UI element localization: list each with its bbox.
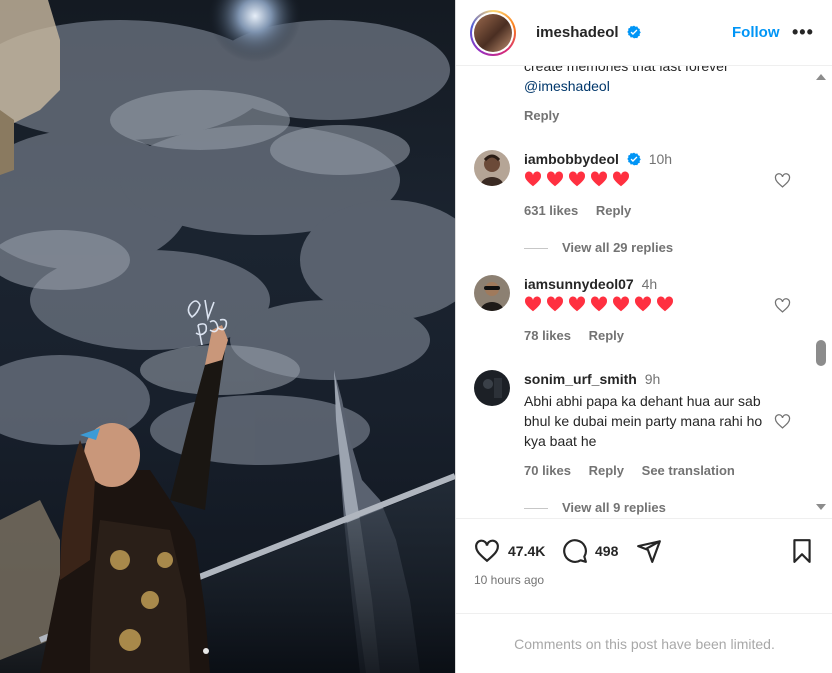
heart-emoji-icon (612, 296, 630, 312)
commenter-username[interactable]: sonim_urf_smith 9h (524, 371, 660, 387)
comment-item: iambobbydeol 10h 631 likes Reply View al… (456, 150, 832, 260)
heart-emoji-icon (546, 171, 564, 187)
comment-time[interactable]: 9h (645, 371, 661, 387)
caption-text-clipped: create memories that last forever (524, 66, 729, 74)
comment-time[interactable]: 10h (649, 151, 672, 167)
comment-item: sonim_urf_smith 9h Abhi abhi papa ka deh… (456, 370, 832, 518)
reply-button[interactable]: Reply (596, 203, 631, 218)
like-comment-heart-icon[interactable] (774, 172, 791, 189)
heart-emoji-icon (612, 171, 630, 187)
comments-list[interactable]: create memories that last forever @imesh… (456, 66, 832, 518)
verified-badge-icon (627, 152, 641, 166)
comment-meta: 78 likes Reply (524, 328, 638, 343)
heart-emoji-icon (524, 296, 542, 312)
photo-scene (0, 0, 455, 673)
heart-emoji-icon (590, 171, 608, 187)
comment-likes[interactable]: 78 likes (524, 328, 571, 343)
commenter-avatar[interactable] (474, 150, 510, 186)
view-replies-button[interactable]: View all 29 replies (524, 240, 673, 255)
view-replies-button[interactable]: View all 9 replies (524, 500, 666, 515)
heart-emoji-icon (524, 171, 542, 187)
verified-badge-icon (626, 25, 641, 39)
author-avatar[interactable] (470, 9, 516, 56)
scrollbar-thumb[interactable] (816, 340, 826, 366)
heart-emoji-icon (656, 296, 674, 312)
reply-button[interactable]: Reply (589, 463, 624, 478)
save-bookmark-icon[interactable] (789, 538, 815, 564)
comment-count[interactable]: 498 (595, 543, 618, 559)
like-comment-heart-icon[interactable] (774, 297, 791, 314)
carousel-dot (203, 648, 209, 654)
heart-emoji-icon (590, 296, 608, 312)
comment-item: iamsunnydeol07 4h 78 likes Reply (456, 275, 832, 355)
comment-time[interactable]: 4h (642, 276, 658, 292)
more-options-icon[interactable]: ••• (792, 22, 814, 43)
post-photo[interactable] (0, 0, 455, 673)
heart-emoji-icon (568, 171, 586, 187)
post-detail-panel: imeshadeol Follow ••• create memories th… (455, 0, 832, 673)
heart-emoji-icon (634, 296, 652, 312)
scroll-up-arrow-icon[interactable] (814, 70, 828, 84)
commenter-username[interactable]: iamsunnydeol07 4h (524, 276, 657, 292)
comment-meta: 631 likes Reply (524, 203, 645, 218)
heart-emoji-icon (568, 296, 586, 312)
like-comment-heart-icon[interactable] (774, 413, 791, 430)
reply-button[interactable]: Reply (524, 108, 559, 123)
comment-likes[interactable]: 70 likes (524, 463, 571, 478)
comment-text-hearts (524, 296, 774, 312)
heart-emoji-icon (546, 296, 564, 312)
commenter-avatar[interactable] (474, 370, 510, 406)
comments-limited-notice: Comments on this post have been limited. (456, 613, 832, 673)
like-heart-icon[interactable] (474, 538, 500, 564)
post-header: imeshadeol Follow ••• (456, 0, 832, 66)
commenter-username[interactable]: iambobbydeol 10h (524, 151, 672, 167)
comment-bubble-icon[interactable] (562, 538, 588, 564)
comment-meta: 70 likes Reply See translation (524, 463, 749, 478)
scroll-down-arrow-icon[interactable] (814, 500, 828, 514)
commenter-avatar[interactable] (474, 275, 510, 311)
mention-link[interactable]: @imeshadeol (524, 78, 610, 94)
post-timestamp[interactable]: 10 hours ago (474, 573, 544, 587)
comment-text: Abhi abhi papa ka dehant hua aur sab bhu… (524, 393, 763, 449)
comment-text-hearts (524, 171, 774, 187)
follow-button[interactable]: Follow (732, 24, 780, 41)
post-actions-bar: 47.4K 498 10 hours ago (456, 518, 832, 613)
author-username-text[interactable]: imeshadeol (536, 24, 619, 41)
reply-button[interactable]: Reply (589, 328, 624, 343)
see-translation-button[interactable]: See translation (642, 463, 735, 478)
comment-likes[interactable]: 631 likes (524, 203, 578, 218)
author-username[interactable]: imeshadeol (536, 24, 641, 41)
like-count[interactable]: 47.4K (508, 543, 545, 559)
share-send-icon[interactable] (636, 538, 662, 564)
